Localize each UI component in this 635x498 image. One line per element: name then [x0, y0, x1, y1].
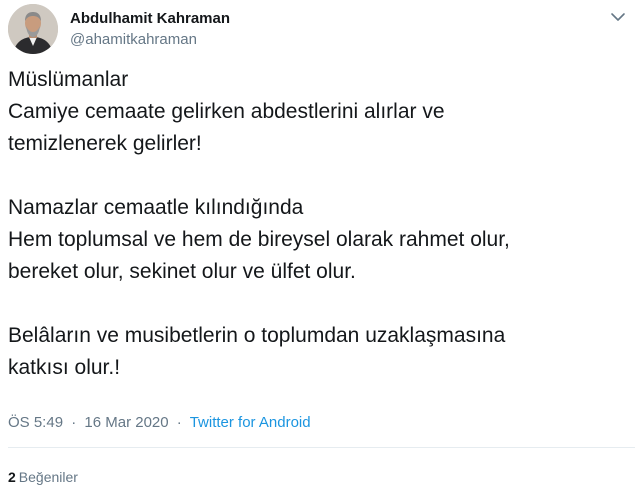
tweet-line: katkısı olur.!: [8, 356, 121, 379]
likes-stat[interactable]: 2 Beğeniler: [8, 468, 78, 486]
likes-count: 2: [8, 469, 16, 485]
tweet-time[interactable]: ÖS 5:49: [8, 414, 63, 431]
tweet-line-break: [8, 160, 628, 192]
avatar[interactable]: [8, 4, 58, 54]
meta-separator: ·: [71, 414, 77, 431]
tweet-line: Hem toplumsal ve hem de bireysel olarak …: [8, 228, 510, 251]
tweet-line: Camiye cemaate gelirken abdestlerini alı…: [8, 100, 445, 123]
tweet-line: Belâların ve musibetlerin o toplumdan uz…: [8, 324, 506, 347]
chevron-down-icon[interactable]: [609, 10, 627, 24]
author-name[interactable]: Abdulhamit Kahraman: [70, 10, 230, 28]
tweet-line: Müslümanlar: [8, 68, 129, 91]
tweet-text: Müslümanlar Camiye cemaate gelirken abde…: [8, 64, 628, 384]
meta-separator: ·: [176, 414, 182, 431]
tweet-line: Namazlar cemaatle kılındığında: [8, 196, 304, 219]
tweet-source-link[interactable]: Twitter for Android: [190, 414, 311, 431]
tweet-date[interactable]: 16 Mar 2020: [84, 414, 168, 431]
divider: [8, 447, 635, 448]
profile-photo-icon: [8, 4, 58, 54]
author-handle[interactable]: @ahamitkahraman: [70, 31, 197, 49]
tweet-line: bereket olur, sekinet olur ve ülfet olur…: [8, 260, 356, 283]
likes-label: Beğeniler: [18, 469, 78, 485]
tweet-line: temizlenerek gelirler!: [8, 132, 202, 155]
tweet-card: Abdulhamit Kahraman @ahamitkahraman Müsl…: [0, 0, 635, 498]
tweet-line-break: [8, 288, 628, 320]
tweet-meta: ÖS 5:49 · 16 Mar 2020 · Twitter for Andr…: [8, 413, 311, 433]
